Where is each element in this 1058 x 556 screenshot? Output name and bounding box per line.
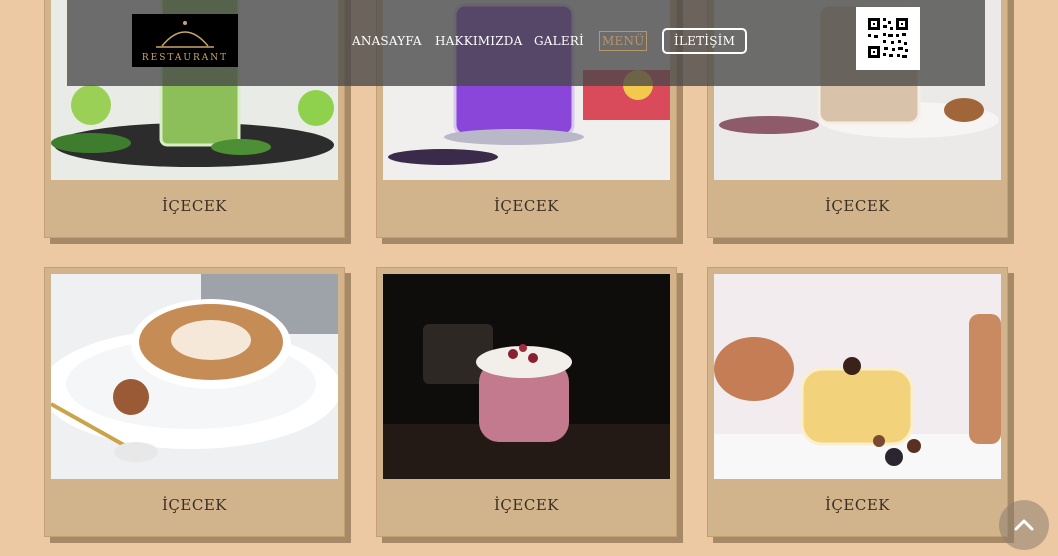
- nav-menu[interactable]: MENÜ: [599, 31, 648, 51]
- menu-card-label: İÇECEK: [494, 496, 559, 514]
- menu-card[interactable]: İÇECEK: [707, 267, 1008, 537]
- menu-card-label: İÇECEK: [825, 197, 890, 215]
- golden-cocktail-photo: [714, 274, 1001, 479]
- top-navbar: RESTAURANT ANASAYFA HAKKIMIZDA GALERİ ME…: [67, 0, 985, 86]
- menu-card[interactable]: İÇECEK: [376, 267, 677, 537]
- nav-hakkimizda[interactable]: HAKKIMIZDA: [435, 34, 522, 48]
- menu-card[interactable]: İÇECEK: [44, 267, 345, 537]
- nav-galeri[interactable]: GALERİ: [534, 34, 584, 48]
- restaurant-logo[interactable]: RESTAURANT: [132, 14, 238, 67]
- nav-anasayfa[interactable]: ANASAYFA: [352, 34, 422, 48]
- qr-code-icon: [856, 7, 920, 70]
- menu-card-label: İÇECEK: [494, 197, 559, 215]
- scroll-to-top-button[interactable]: [999, 500, 1049, 550]
- cloche-icon: [156, 21, 214, 48]
- menu-card-label: İÇECEK: [825, 496, 890, 514]
- logo-text: RESTAURANT: [141, 53, 229, 63]
- menu-card-label: İÇECEK: [162, 496, 227, 514]
- chevron-up-icon: [1014, 519, 1034, 531]
- berry-dessert-drink-photo: [383, 274, 670, 479]
- cappuccino-photo: [51, 274, 338, 479]
- nav-iletisim-button[interactable]: İLETİŞİM: [662, 28, 748, 54]
- menu-card-label: İÇECEK: [162, 197, 227, 215]
